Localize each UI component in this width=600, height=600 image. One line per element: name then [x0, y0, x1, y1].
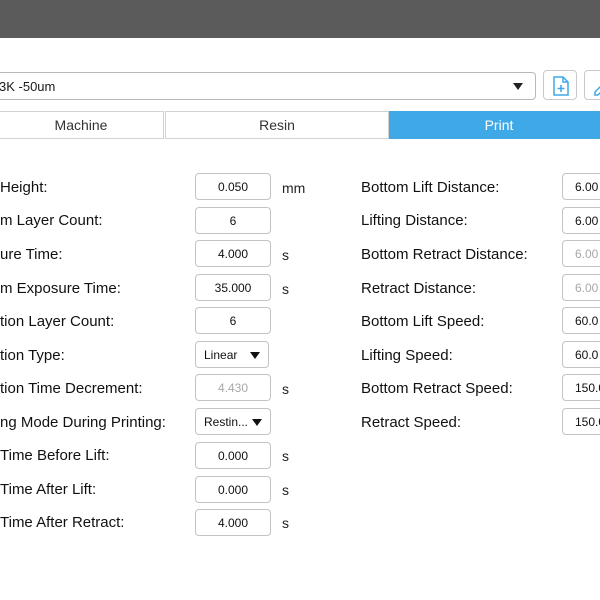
transition-type-value: Linear: [204, 347, 238, 362]
wait-time-after-lift-input[interactable]: 0.000: [195, 476, 271, 503]
transition-time-decrement-input: 4.430: [195, 374, 271, 401]
bottom-lift-speed-label: Bottom Lift Speed:: [361, 313, 485, 330]
wait-time-after-lift-unit: s: [282, 482, 289, 498]
wait-time-before-lift-label: Time Before Lift:: [0, 447, 110, 464]
bottom-retract-speed-input[interactable]: 150.0: [562, 374, 600, 401]
tab-resin[interactable]: Resin: [165, 111, 389, 139]
new-profile-button[interactable]: [543, 70, 577, 100]
layer-height-unit: mm: [282, 180, 306, 196]
bottom-exposure-time-unit: s: [282, 281, 289, 297]
bottom-layer-count-input[interactable]: 6: [195, 207, 271, 234]
chevron-down-icon: [250, 352, 260, 359]
wait-time-after-lift-label: Time After Lift:: [0, 481, 97, 498]
bottom-retract-speed-label: Bottom Retract Speed:: [361, 380, 513, 397]
retract-distance-label: Retract Distance:: [361, 280, 477, 297]
profile-dropdown[interactable]: 3K -50um: [0, 72, 536, 100]
transition-time-decrement-unit: s: [282, 381, 289, 397]
wait-time-after-retract-unit: s: [282, 515, 289, 531]
wait-time-after-retract-label: Time After Retract:: [0, 514, 125, 531]
transition-layer-count-label: tion Layer Count:: [0, 313, 115, 330]
wait-time-before-lift-unit: s: [282, 448, 289, 464]
exposure-time-unit: s: [282, 247, 289, 263]
lifting-speed-input[interactable]: 60.0: [562, 341, 600, 368]
transition-type-label: tion Type:: [0, 347, 65, 364]
bottom-retract-distance-input: 6.00: [562, 240, 600, 267]
transition-layer-count-input[interactable]: 6: [195, 307, 271, 334]
retract-speed-input[interactable]: 150.0: [562, 408, 600, 435]
retract-distance-input: 6.00: [562, 274, 600, 301]
transition-type-select[interactable]: Linear: [195, 341, 269, 368]
layer-height-label: Height:: [0, 179, 48, 196]
bottom-lift-distance-input[interactable]: 6.00: [562, 173, 600, 200]
bottom-lift-distance-label: Bottom Lift Distance:: [361, 179, 500, 196]
waiting-mode-value: Restin...: [204, 414, 249, 429]
bottom-layer-count-label: m Layer Count:: [0, 212, 103, 229]
lifting-distance-input[interactable]: 6.00: [562, 207, 600, 234]
file-plus-icon: [553, 76, 569, 96]
lifting-distance-label: Lifting Distance:: [361, 212, 468, 229]
wait-time-before-lift-input[interactable]: 0.000: [195, 442, 271, 469]
lifting-speed-label: Lifting Speed:: [361, 347, 453, 364]
bottom-exposure-time-label: m Exposure Time:: [0, 280, 121, 297]
window-titlebar: [0, 0, 600, 38]
edit-profile-button[interactable]: [584, 70, 600, 100]
bottom-exposure-time-input[interactable]: 35.000: [195, 274, 271, 301]
chevron-down-icon: [252, 419, 262, 426]
bottom-retract-distance-label: Bottom Retract Distance:: [361, 246, 528, 263]
pencil-icon: [594, 85, 600, 96]
chevron-down-icon: [513, 83, 523, 90]
exposure-time-input[interactable]: 4.000: [195, 240, 271, 267]
tab-print[interactable]: Print: [389, 111, 600, 139]
wait-time-after-retract-input[interactable]: 4.000: [195, 509, 271, 536]
exposure-time-label: ure Time:: [0, 246, 63, 263]
waiting-mode-select[interactable]: Restin...: [195, 408, 271, 435]
waiting-mode-label: ng Mode During Printing:: [0, 414, 166, 431]
profile-dropdown-value: 3K -50um: [0, 79, 56, 94]
retract-speed-label: Retract Speed:: [361, 414, 462, 431]
transition-time-decrement-label: tion Time Decrement:: [0, 380, 143, 397]
bottom-lift-speed-input[interactable]: 60.0: [562, 307, 600, 334]
layer-height-input[interactable]: 0.050: [195, 173, 271, 200]
tab-machine[interactable]: Machine: [0, 111, 164, 139]
